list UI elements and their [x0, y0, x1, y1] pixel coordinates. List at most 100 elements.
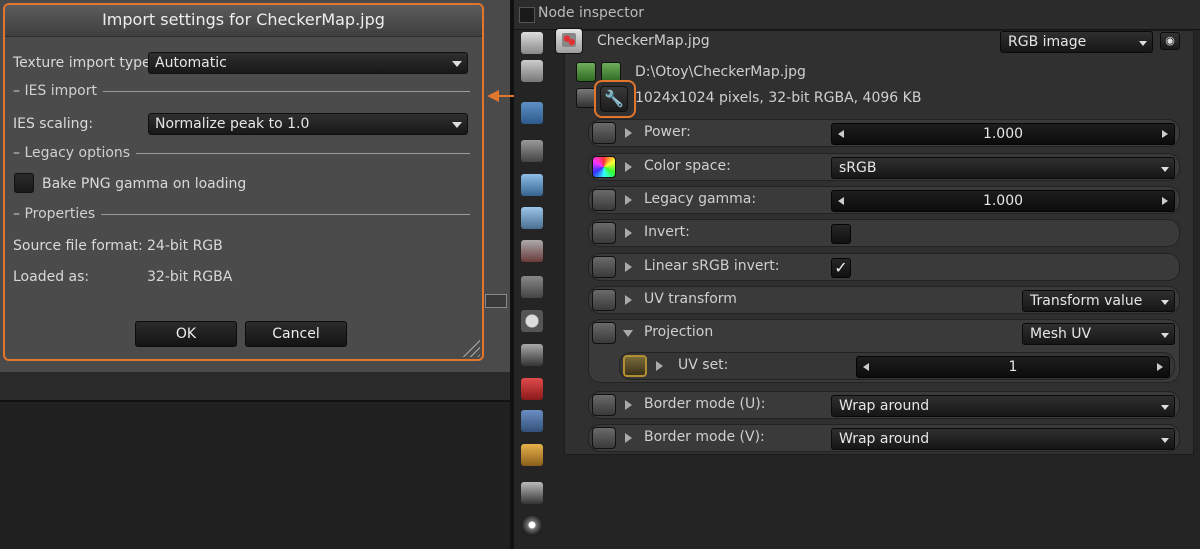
border-mode-v-select[interactable]: Wrap around — [831, 428, 1175, 450]
projection-select[interactable]: Mesh UV — [1022, 323, 1175, 345]
panel-toggle-checkbox[interactable] — [519, 7, 535, 23]
decrement-arrow-icon[interactable] — [863, 363, 869, 371]
collapse-arrow-icon[interactable] — [623, 330, 633, 337]
legacy-options-heading: – Legacy options — [13, 145, 131, 161]
expand-arrow-icon[interactable] — [625, 433, 632, 443]
invert-checkbox[interactable] — [831, 224, 851, 244]
param-power: Power: 1.000 — [588, 119, 1180, 147]
list-icon[interactable] — [521, 60, 543, 82]
expand-arrow-icon[interactable] — [656, 361, 663, 371]
uv-set-label: UV set: — [678, 357, 729, 373]
divider — [101, 213, 470, 215]
expand-arrow-icon[interactable] — [625, 162, 632, 172]
color-space-select[interactable]: sRGB — [831, 157, 1175, 179]
invert-icon — [592, 222, 616, 244]
render-icon[interactable] — [521, 482, 543, 504]
wrench-icon[interactable]: 🔧 — [600, 86, 628, 112]
eye-icon[interactable]: ◉ — [1160, 32, 1180, 50]
increment-arrow-icon[interactable] — [1162, 197, 1168, 205]
invert-icon — [592, 256, 616, 278]
source-file-format-label: Source file format: — [13, 238, 143, 254]
legacy-gamma-slider[interactable]: 1.000 — [831, 190, 1175, 212]
power-icon — [592, 122, 616, 144]
node-type-value: RGB image — [1008, 34, 1087, 50]
clock-icon[interactable] — [521, 310, 543, 332]
cube-gold-icon[interactable] — [521, 444, 543, 466]
param-uv-transform: UV transform Transform value — [588, 286, 1180, 314]
expand-arrow-icon[interactable] — [625, 295, 632, 305]
increment-arrow-icon[interactable] — [1162, 130, 1168, 138]
expand-arrow-icon[interactable] — [625, 400, 632, 410]
texture-icon[interactable] — [521, 207, 543, 229]
properties-heading: – Properties — [13, 206, 96, 222]
decrement-arrow-icon[interactable] — [838, 197, 844, 205]
cancel-button[interactable]: Cancel — [245, 321, 347, 347]
border-mode-v-label: Border mode (V): — [644, 429, 765, 445]
texture-import-type-select[interactable]: Automatic — [148, 52, 468, 74]
color-space-label: Color space: — [644, 158, 731, 174]
resize-grip-icon[interactable] — [458, 335, 480, 357]
color-space-icon — [592, 156, 616, 178]
node-name: CheckerMap.jpg — [597, 33, 710, 49]
inspector-header: Node inspector — [514, 0, 1200, 30]
file-path: D:\Otoy\CheckerMap.jpg — [635, 64, 806, 80]
linear-srgb-invert-checkbox[interactable]: ✓ — [831, 258, 851, 278]
small-field[interactable] — [485, 294, 507, 308]
increment-arrow-icon[interactable] — [1157, 363, 1163, 371]
left-strip — [0, 372, 510, 402]
layers-icon[interactable] — [521, 32, 543, 54]
divider — [136, 152, 470, 154]
param-border-mode-u: Border mode (U): Wrap around — [588, 391, 1180, 419]
chevron-down-icon — [452, 61, 462, 67]
light-icon[interactable] — [521, 514, 543, 536]
transform-icon[interactable] — [521, 276, 543, 298]
projection-icon — [592, 322, 616, 344]
emission-icon[interactable] — [521, 240, 543, 262]
texture-import-type-label: Texture import type: — [13, 55, 156, 71]
chevron-down-icon — [1139, 41, 1147, 46]
chevron-down-icon — [452, 122, 462, 128]
decrement-arrow-icon[interactable] — [838, 130, 844, 138]
projection-icon[interactable] — [521, 344, 543, 366]
uv-transform-value: Transform value — [1030, 293, 1143, 309]
reload-icon[interactable] — [601, 62, 621, 82]
expand-arrow-icon[interactable] — [625, 195, 632, 205]
uv-set-value: 1 — [1008, 359, 1018, 375]
expand-arrow-icon[interactable] — [625, 128, 632, 138]
bake-png-gamma-checkbox[interactable] — [14, 173, 34, 193]
ies-scaling-select[interactable]: Normalize peak to 1.0 — [148, 113, 468, 135]
power-slider[interactable]: 1.000 — [831, 123, 1175, 145]
ok-button[interactable]: OK — [135, 321, 237, 347]
file-info: 1024x1024 pixels, 32-bit RGBA, 4096 KB — [635, 90, 922, 106]
material-icon[interactable] — [521, 174, 543, 196]
ies-scaling-label: IES scaling: — [13, 116, 94, 132]
camera-icon[interactable] — [521, 140, 543, 162]
bake-png-gamma-label: Bake PNG gamma on loading — [42, 176, 247, 192]
border-mode-v-value: Wrap around — [839, 431, 930, 447]
film-icon[interactable] — [576, 88, 596, 108]
legacy-gamma-label: Legacy gamma: — [644, 191, 757, 207]
ies-scaling-value: Normalize peak to 1.0 — [155, 116, 310, 132]
node-type-select[interactable]: RGB image — [1000, 31, 1153, 53]
divider — [103, 90, 470, 92]
chevron-down-icon — [1161, 405, 1169, 410]
chevron-down-icon — [1161, 167, 1169, 172]
param-color-space: Color space: sRGB — [588, 153, 1180, 181]
uv-transform-select[interactable]: Transform value — [1022, 290, 1175, 312]
expand-arrow-icon[interactable] — [625, 262, 632, 272]
invert-label: Invert: — [644, 224, 690, 240]
projection-value: Mesh UV — [1030, 326, 1092, 342]
loaded-as-value: 32-bit RGBA — [147, 269, 233, 285]
border-mode-u-select[interactable]: Wrap around — [831, 395, 1175, 417]
chevron-down-icon — [1161, 438, 1169, 443]
load-file-icon[interactable] — [576, 62, 596, 82]
uv-set-slider[interactable]: 1 — [856, 356, 1170, 378]
image-icon[interactable] — [521, 102, 543, 124]
rgb-image-node-icon — [555, 28, 583, 54]
uv-transform-icon — [592, 289, 616, 311]
param-invert: Invert: — [588, 219, 1180, 247]
linear-srgb-invert-label: Linear sRGB invert: — [644, 258, 780, 274]
cube-red-icon[interactable] — [521, 378, 543, 400]
cube-blue-icon[interactable] — [521, 410, 543, 432]
expand-arrow-icon[interactable] — [625, 228, 632, 238]
